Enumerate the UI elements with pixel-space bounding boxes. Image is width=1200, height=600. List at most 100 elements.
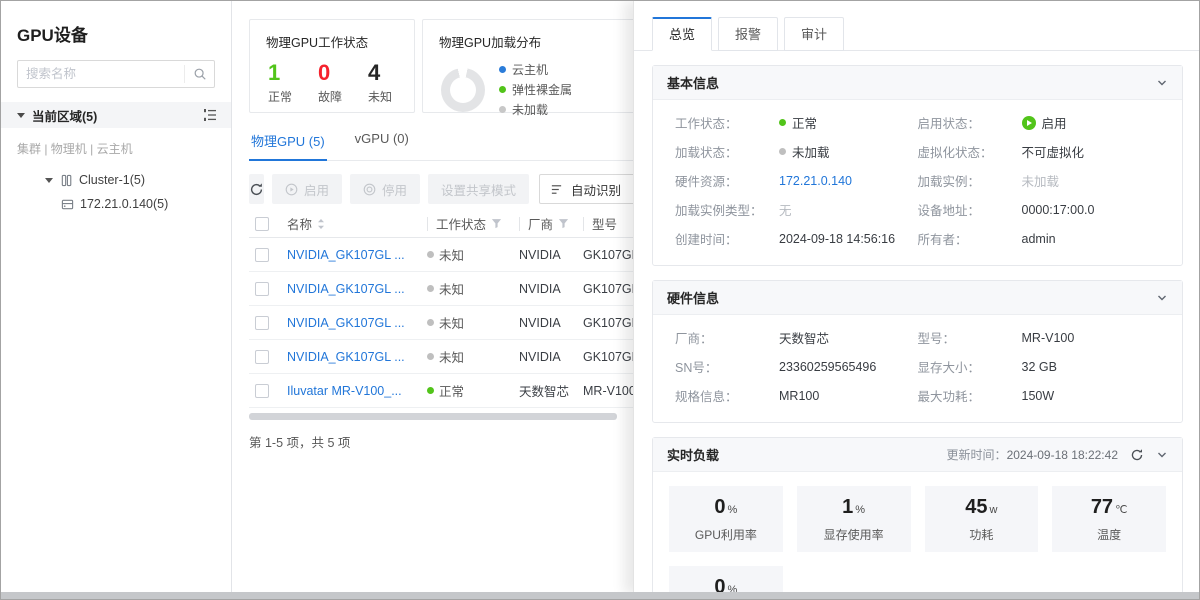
load-distribution-card: 物理GPU加载分布 云主机 弹性裸金属 未加载: [422, 19, 652, 113]
field-spec: 规格信息： MR100: [675, 381, 918, 410]
chevron-down-icon[interactable]: [1156, 449, 1168, 461]
sidebar: GPU设备 当前区域(5) 集群 | 物理机 | 云主机 Cluster-1(5…: [1, 1, 232, 593]
table-row[interactable]: NVIDIA_GK107GL ... 未知 NVIDIA GK107GL [..…: [249, 340, 652, 374]
detail-drawer: 总览 报警 审计 基本信息 工作状态： 正常 启用状态： 启用: [633, 1, 1200, 594]
work-status-card-title: 物理GPU工作状态: [266, 32, 398, 51]
resource-type-filters[interactable]: 集群 | 物理机 | 云主机: [17, 140, 231, 157]
field-vram: 显存大小： 32 GB: [918, 352, 1161, 381]
realtime-load-header[interactable]: 实时负载 更新时间：2024-09-18 18:22:42: [653, 438, 1182, 472]
gpu-name-link[interactable]: NVIDIA_GK107GL ...: [287, 282, 405, 296]
enabled-play-icon: [1022, 116, 1036, 130]
gpu-name-link[interactable]: NVIDIA_GK107GL ...: [287, 248, 405, 262]
stat-fault: 0 故障: [318, 61, 342, 105]
chevron-down-icon[interactable]: [1156, 77, 1168, 89]
row-checkbox[interactable]: [255, 248, 269, 262]
updated-time: 更新时间：2024-09-18 18:22:42: [947, 446, 1118, 463]
table-row[interactable]: NVIDIA_GK107GL ... 未知 NVIDIA GK107GL [..…: [249, 238, 652, 272]
refresh-button[interactable]: [249, 174, 264, 204]
metric-vram-usage: 1% 显存使用率: [797, 486, 911, 552]
tab-vgpu[interactable]: vGPU (0): [353, 131, 411, 160]
metric-temperature: 77℃ 温度: [1052, 486, 1166, 552]
header-status[interactable]: 工作状态: [427, 217, 519, 231]
gpu-name-link[interactable]: NVIDIA_GK107GL ...: [287, 350, 405, 364]
pagination-summary: 第 1-5 项，共 5 项: [249, 432, 652, 451]
row-checkbox[interactable]: [255, 316, 269, 330]
search-icon[interactable]: [184, 65, 214, 83]
host-link[interactable]: 172.21.0.140: [779, 174, 852, 188]
caret-down-icon: [45, 178, 53, 183]
field-vendor: 厂商： 天数智芯: [675, 323, 918, 352]
toolbar: 启用 停用 设置共享模式 自动识别: [249, 174, 652, 204]
search-box: [17, 60, 215, 88]
page-title: GPU设备: [17, 21, 215, 46]
field-device-address: 设备地址： 0000:17:00.0: [918, 195, 1161, 224]
row-checkbox[interactable]: [255, 282, 269, 296]
disable-button[interactable]: 停用: [350, 174, 420, 204]
tree-node-cluster[interactable]: Cluster-1(5): [45, 173, 231, 187]
field-enable-status: 启用状态： 启用: [918, 108, 1161, 137]
row-checkbox[interactable]: [255, 384, 269, 398]
cluster-label: Cluster-1(5): [79, 173, 145, 187]
tree-node-host[interactable]: 172.21.0.140(5): [61, 197, 231, 211]
row-checkbox[interactable]: [255, 350, 269, 364]
select-all-checkbox[interactable]: [255, 217, 269, 231]
gpu-table: 名称 工作状态 厂商 型号 NVIDIA_GK107GL ... 未: [249, 210, 652, 408]
metric-power: 45w 功耗: [925, 486, 1039, 552]
host-label: 172.21.0.140(5): [80, 197, 168, 211]
search-input[interactable]: [18, 67, 184, 81]
play-circle-icon: [285, 183, 298, 196]
stop-circle-icon: [363, 183, 376, 196]
field-max-power: 最大功耗： 150W: [918, 381, 1161, 410]
field-load-instance-type: 加载实例类型： 无: [675, 195, 918, 224]
load-donut-chart: [441, 68, 485, 112]
hardware-info-section: 硬件信息 厂商： 天数智芯 型号： MR-V100 SN号： 233602595…: [652, 280, 1183, 423]
filter-settings-icon[interactable]: [203, 108, 217, 122]
caret-down-icon: [17, 113, 25, 118]
host-icon: [61, 198, 74, 211]
chevron-down-icon[interactable]: [1156, 292, 1168, 304]
page-horizontal-scrollbar[interactable]: [1, 592, 1199, 599]
header-name[interactable]: 名称: [287, 214, 427, 233]
header-vendor[interactable]: 厂商: [519, 217, 583, 231]
field-owner: 所有者： admin: [918, 224, 1161, 253]
filter-lines-icon: [550, 183, 563, 196]
hardware-info-header[interactable]: 硬件信息: [653, 281, 1182, 315]
field-create-time: 创建时间： 2024-09-18 14:56:16: [675, 224, 918, 253]
table-row[interactable]: NVIDIA_GK107GL ... 未知 NVIDIA GK107GL [..…: [249, 272, 652, 306]
list-tabs: 物理GPU (5) vGPU (0): [249, 131, 649, 161]
tab-overview[interactable]: 总览: [652, 17, 712, 51]
sort-icon[interactable]: [317, 218, 325, 230]
table-horizontal-scrollbar[interactable]: [249, 413, 617, 420]
tab-audit[interactable]: 审计: [784, 17, 844, 51]
tab-physical-gpu[interactable]: 物理GPU (5): [249, 131, 327, 160]
basic-info-section: 基本信息 工作状态： 正常 启用状态： 启用 加载状态： 未加载 虚拟: [652, 65, 1183, 266]
gpu-list-panel: 物理GPU工作状态 1 正常 0 故障 4 未知: [232, 1, 652, 593]
gpu-device-page: GPU设备 当前区域(5) 集群 | 物理机 | 云主机 Cluster-1(5…: [0, 0, 1200, 600]
field-sn: SN号： 23360259565496: [675, 352, 918, 381]
field-model: 型号： MR-V100: [918, 323, 1161, 352]
stat-normal: 1 正常: [268, 61, 292, 105]
status-dot-gray: [779, 148, 786, 155]
gpu-name-link[interactable]: NVIDIA_GK107GL ...: [287, 316, 405, 330]
basic-info-header[interactable]: 基本信息: [653, 66, 1182, 100]
sidebar-item-current-region[interactable]: 当前区域(5): [1, 102, 231, 128]
realtime-load-section: 实时负载 更新时间：2024-09-18 18:22:42 0% GPU利用率 …: [652, 437, 1183, 594]
share-mode-button[interactable]: 设置共享模式: [428, 174, 529, 204]
detail-tabs: 总览 报警 审计: [634, 1, 1200, 51]
legend-unloaded: 未加载: [499, 101, 572, 118]
status-dot-green: [779, 119, 786, 126]
table-row-selected[interactable]: Iluvatar MR-V100_... 正常 天数智芯 MR-V100: [249, 374, 652, 408]
tab-alarm[interactable]: 报警: [718, 17, 778, 51]
stat-unknown: 4 未知: [368, 61, 392, 105]
gpu-name-link[interactable]: Iluvatar MR-V100_...: [287, 384, 402, 398]
filter-funnel-icon[interactable]: [558, 218, 569, 229]
metric-gpu-util: 0% GPU利用率: [669, 486, 783, 552]
field-load-instance: 加载实例： 未加载: [918, 166, 1161, 195]
table-row[interactable]: NVIDIA_GK107GL ... 未知 NVIDIA GK107GL [..…: [249, 306, 652, 340]
load-card-title: 物理GPU加载分布: [439, 32, 635, 51]
refresh-icon[interactable]: [1130, 448, 1144, 462]
table-header-row: 名称 工作状态 厂商 型号: [249, 210, 652, 238]
field-load-status: 加载状态： 未加载: [675, 137, 918, 166]
enable-button[interactable]: 启用: [272, 174, 342, 204]
filter-funnel-icon[interactable]: [491, 218, 502, 229]
